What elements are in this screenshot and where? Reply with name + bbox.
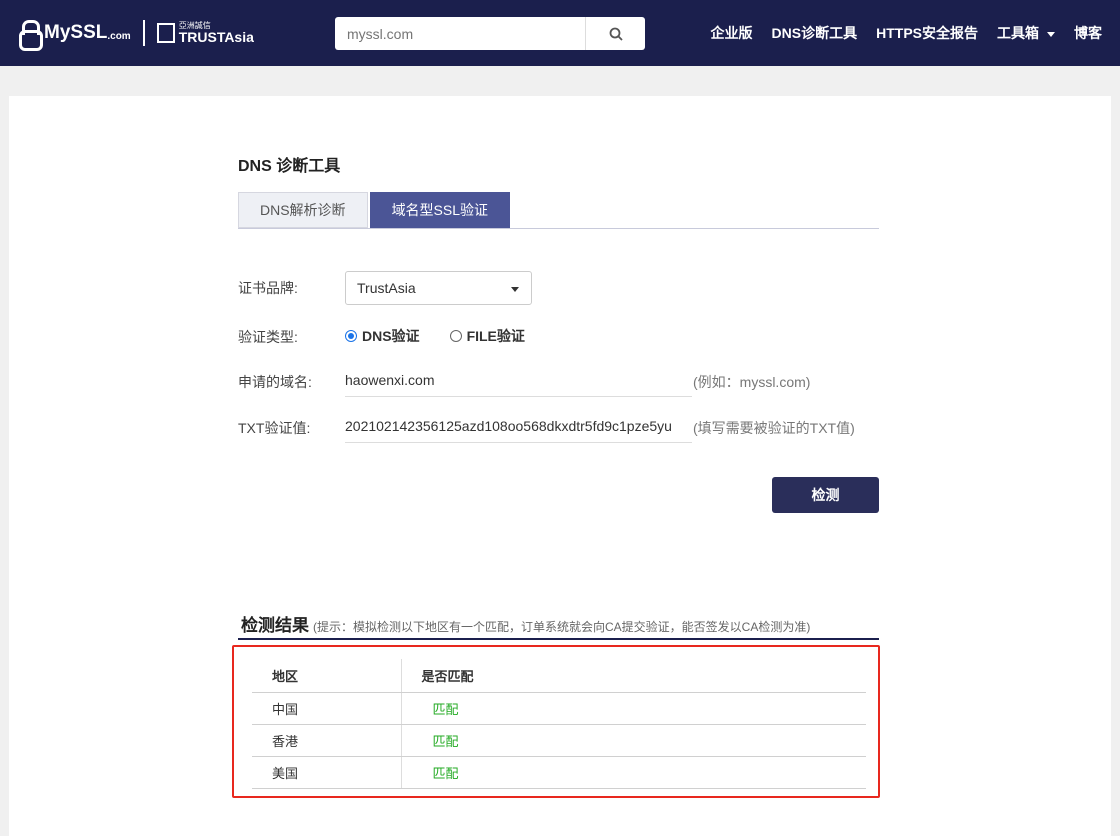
search-button[interactable] [585,17,645,50]
check-button[interactable]: 检测 [772,477,879,513]
main-menu: 企业版 DNS诊断工具 HTTPS安全报告 工具箱 博客 [711,0,1102,66]
table-row: 美国 匹配 [252,756,866,789]
type-radio-group: DNS验证 FILE验证 [345,326,525,346]
domain-input[interactable]: haowenxi.com [345,363,692,397]
type-label: 验证类型: [238,329,298,345]
logo-com: .com [107,30,131,42]
txt-hint: (填写需要被验证的TXT值) [693,420,855,436]
brand-select[interactable]: TrustAsia [345,271,532,305]
txt-label: TXT验证值: [238,420,311,436]
match-cell: 匹配 [401,724,866,757]
results-header: 检测结果 (提示：模拟检测以下地区有一个匹配，订单系统就会向CA提交验证，能否签… [238,611,879,640]
match-cell: 匹配 [401,756,866,789]
trustasia-icon [156,23,175,43]
domain-hint: (例如：myssl.com) [693,374,811,390]
txt-input[interactable]: 202102142356125azd108oo568dkxdtr5fd9c1pz… [345,409,692,443]
logo-text: MySSL [44,22,108,43]
radio-file-label: FILE验证 [466,328,525,344]
radio-dns-label: DNS验证 [362,328,420,344]
tab-ssl-verify[interactable]: 域名型SSL验证 [369,192,511,228]
menu-blog[interactable]: 博客 [1074,23,1102,43]
radio-checked-icon [345,330,357,342]
menu-toolbox-label: 工具箱 [997,25,1039,41]
match-cell: 匹配 [401,692,866,725]
region-cell: 香港 [252,724,402,757]
logo[interactable]: MySSL .com 亞洲誠信 TRUSTAsia [18,20,254,51]
brand-value: TrustAsia [357,280,416,296]
lock-icon [18,20,43,51]
results-title: 检测结果 [241,616,309,635]
radio-dns[interactable]: DNS验证 [345,326,420,346]
brand-label: 证书品牌: [238,280,298,296]
chevron-down-icon [1047,31,1055,37]
table-header: 地区 是否匹配 [252,659,866,693]
main-card: DNS 诊断工具 DNS解析诊断 域名型SSL验证 证书品牌: TrustAsi… [9,96,1111,836]
table-row: 香港 匹配 [252,724,866,757]
region-cell: 中国 [252,692,402,725]
menu-toolbox[interactable]: 工具箱 [997,23,1055,43]
menu-enterprise[interactable]: 企业版 [711,23,753,43]
menu-https-report[interactable]: HTTPS安全报告 [876,23,978,43]
domain-label: 申请的域名: [238,374,312,390]
radio-unchecked-icon [449,330,462,342]
page-title: DNS 诊断工具 [238,158,341,175]
search-bar [335,17,645,50]
logo-divider [142,20,145,46]
top-nav: MySSL .com 亞洲誠信TRUSTAsia 企业版 DNS诊断工具 HTT… [0,0,1120,66]
results-note: (提示：模拟检测以下地区有一个匹配，订单系统就会向CA提交验证，能否签发以CA检… [313,620,811,634]
menu-dns-tool[interactable]: DNS诊断工具 [772,23,858,43]
header-match: 是否匹配 [401,659,866,693]
search-icon [609,27,623,41]
results-table: 地区 是否匹配 中国 匹配 香港 匹配 美国 匹配 [252,659,866,789]
region-cell: 美国 [252,756,402,789]
tab-dns-resolve[interactable]: DNS解析诊断 [238,192,368,228]
tabs: DNS解析诊断 域名型SSL验证 [238,192,879,229]
chevron-down-icon [511,287,519,292]
header-region: 地区 [252,659,402,693]
search-input[interactable] [335,17,585,50]
trustasia-logo: 亞洲誠信 TRUSTAsia [178,21,254,45]
table-row: 中国 匹配 [252,692,866,725]
radio-file[interactable]: FILE验证 [449,326,525,346]
results-highlight-box: 地区 是否匹配 中国 匹配 香港 匹配 美国 匹配 [232,645,880,798]
